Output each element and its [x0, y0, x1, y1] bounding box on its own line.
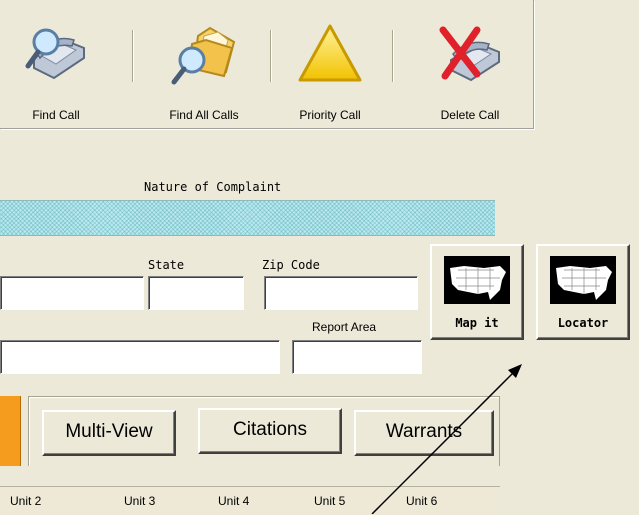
annotation-arrow: [371, 364, 522, 514]
